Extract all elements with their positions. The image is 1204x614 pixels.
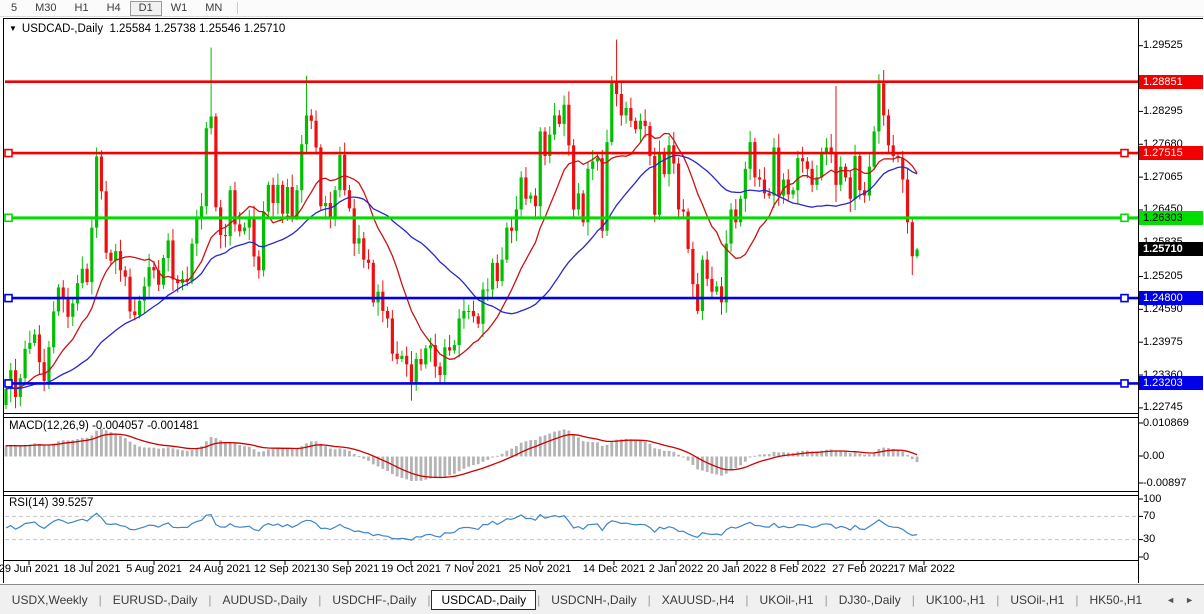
- time-axis-label: 29 Jun 2021: [0, 563, 60, 575]
- chart-canvas[interactable]: [0, 0, 1204, 614]
- chart-tab-usdchf-daily[interactable]: USDCHF-,Daily: [322, 591, 426, 609]
- hline-price-badge: 1.28851: [1139, 74, 1203, 89]
- time-axis-label: 24 Aug 2021: [189, 563, 251, 575]
- hline-price-badge: 1.23203: [1139, 376, 1203, 391]
- price-axis-tick: 1.28295: [1143, 104, 1183, 117]
- time-axis-label: 7 Nov 2021: [444, 563, 502, 575]
- price-axis-tick: 1.23975: [1143, 335, 1183, 348]
- chart-ohlc-values: 1.25584 1.25738 1.25546 1.25710: [109, 23, 286, 35]
- time-axis-label: 12 Sep 2021: [253, 563, 317, 575]
- chart-tab-usdcnh-daily[interactable]: USDCNH-,Daily: [541, 591, 646, 609]
- price-axis-tick: 1.22745: [1143, 401, 1183, 414]
- time-axis-label: 25 Nov 2021: [508, 563, 572, 575]
- price-axis-tick: 1.27065: [1143, 170, 1183, 183]
- chart-tab-bar: USDX,Weekly | EURUSD-,Daily | AUDUSD-,Daily |…: [0, 584, 1204, 614]
- current-price-badge: 1.25710: [1139, 242, 1203, 257]
- macd-axis-tick: 0.010869: [1143, 416, 1189, 429]
- macd-name: MACD(12,26,9): [9, 420, 89, 432]
- chart-dropdown-icon[interactable]: ▼: [9, 24, 17, 33]
- chart-tab-usdcad-daily[interactable]: USDCAD-,Daily: [431, 590, 537, 610]
- chart-tab-ukoil-h1[interactable]: UKOil-,H1: [750, 591, 824, 609]
- time-axis-label: 14 Dec 2021: [582, 563, 646, 575]
- chart-tab-usdx-weekly[interactable]: USDX,Weekly: [2, 591, 98, 609]
- chart-symbol-period: USDCAD-,Daily: [21, 23, 104, 35]
- time-axis-label: 5 Aug 2021: [126, 563, 182, 575]
- chart-tab-usoil-h1[interactable]: USOil-,H1: [1000, 591, 1074, 609]
- chart-title: ▼ USDCAD-,Daily 1.25584 1.25738 1.25546 1…: [9, 23, 285, 35]
- rsi-axis-tick: 30: [1143, 533, 1156, 546]
- chart-tab-xauusd-h4[interactable]: XAUUSD-,H4: [652, 591, 745, 609]
- rsi-axis-tick: 70: [1143, 509, 1156, 522]
- rsi-label: RSI(14) 39.5257: [9, 497, 93, 509]
- chart-tab-dj30-daily[interactable]: DJ30-,Daily: [829, 591, 911, 609]
- rsi-name: RSI(14): [9, 497, 49, 509]
- hline-price-badge: 1.27515: [1139, 146, 1203, 161]
- macd-label: MACD(12,26,9) -0.004057 -0.001481: [9, 420, 199, 432]
- price-axis-tick: 1.25205: [1143, 269, 1183, 282]
- chart-tab-eurusd-daily[interactable]: EURUSD-,Daily: [103, 591, 208, 609]
- macd-axis-tick: -0.00897: [1143, 476, 1187, 489]
- macd-axis-tick: 0.00: [1143, 449, 1165, 462]
- hline-price-badge: 1.24800: [1139, 291, 1203, 306]
- time-axis-label: 8 Feb 2022: [770, 563, 826, 575]
- hline-price-badge: 1.26303: [1139, 210, 1203, 225]
- rsi-axis-tick: 0: [1143, 550, 1150, 563]
- time-axis-label: 17 Mar 2022: [893, 563, 955, 575]
- tabs-scroll-right-icon[interactable]: ►: [1185, 595, 1204, 605]
- chart-tab-audusd-daily[interactable]: AUDUSD-,Daily: [213, 591, 318, 609]
- time-axis-label: 18 Jul 2021: [63, 563, 121, 575]
- rsi-current-value: 39.5257: [51, 497, 94, 509]
- price-axis-tick: 1.29525: [1143, 39, 1183, 52]
- tabs-scroll-left-icon[interactable]: ◄: [1166, 595, 1185, 605]
- time-axis-label: 20 Jan 2022: [706, 563, 768, 575]
- time-axis-label: 27 Feb 2022: [832, 563, 894, 575]
- mt4-window: 5 M30 H1 H4 D1 W1 MN ▼ USDCAD-,Daily 1.25584 1.…: [0, 0, 1204, 614]
- time-axis-label: 2 Jan 2022: [648, 563, 704, 575]
- chart-tab-hk50-h1[interactable]: HK50-,H1: [1079, 591, 1152, 609]
- chart-tab-uk100-h1[interactable]: UK100-,H1: [916, 591, 995, 609]
- time-axis-label: 30 Sep 2021: [316, 563, 380, 575]
- macd-current-values: -0.004057 -0.001481: [92, 420, 199, 432]
- rsi-axis-tick: 100: [1143, 492, 1162, 505]
- time-axis-label: 19 Oct 2021: [381, 563, 441, 575]
